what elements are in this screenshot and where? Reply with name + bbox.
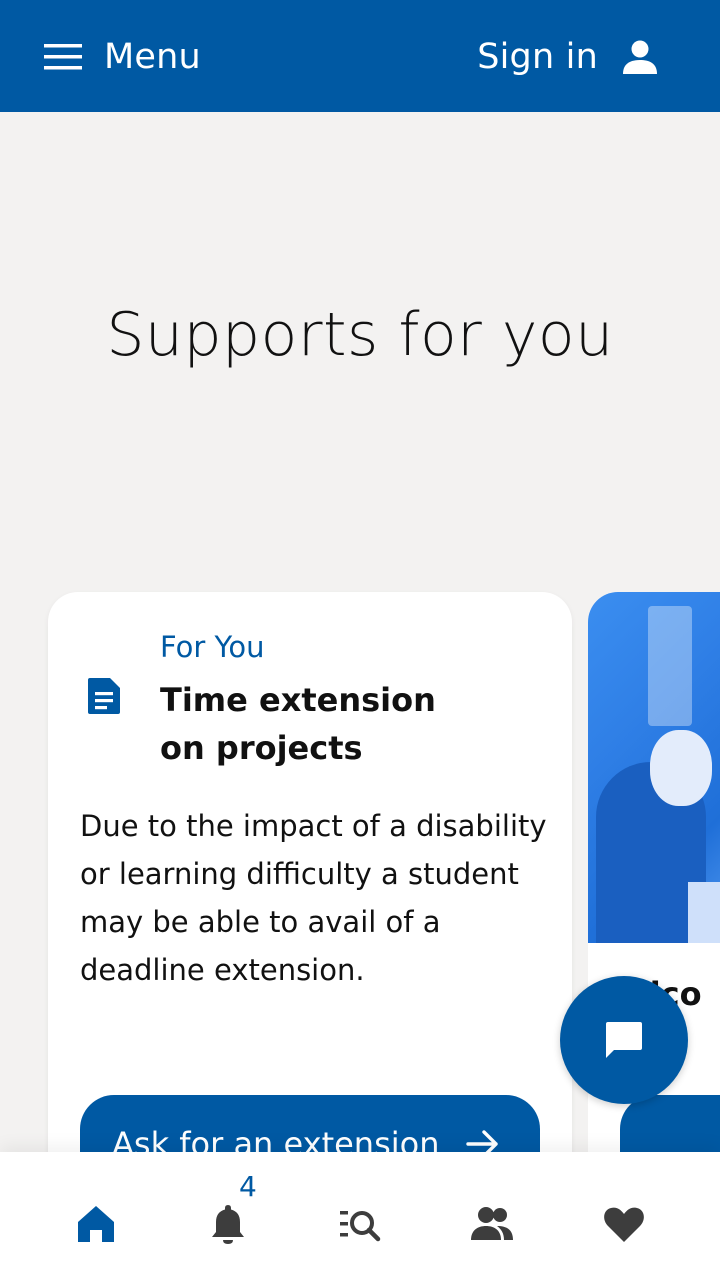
card-description: Due to the impact of a disability or lea… bbox=[80, 809, 547, 987]
home-icon bbox=[78, 1206, 114, 1242]
card-photo bbox=[588, 592, 720, 943]
nav-search[interactable] bbox=[328, 1192, 392, 1256]
sign-in-label: Sign in bbox=[477, 37, 598, 77]
page-title: Supports for you bbox=[106, 300, 614, 370]
user-icon bbox=[623, 40, 657, 74]
bottom-navigation bbox=[0, 1152, 720, 1280]
people-icon bbox=[471, 1207, 513, 1240]
menu-button[interactable]: Menu bbox=[44, 34, 201, 80]
nav-community[interactable] bbox=[460, 1192, 524, 1256]
notification-count-badge: 4 bbox=[239, 1170, 257, 1203]
nav-favourites[interactable] bbox=[592, 1192, 656, 1256]
search-list-icon bbox=[340, 1211, 381, 1242]
chat-button[interactable] bbox=[560, 976, 688, 1104]
card-category: For You bbox=[160, 630, 265, 664]
heart-icon bbox=[604, 1207, 644, 1242]
menu-label: Menu bbox=[104, 37, 201, 77]
bell-icon bbox=[212, 1205, 244, 1244]
card-title[interactable]: Time extension on projects bbox=[160, 676, 480, 772]
sign-in-button[interactable]: Sign in bbox=[477, 34, 658, 80]
document-icon bbox=[88, 678, 120, 714]
top-app-bar: Menu Sign in bbox=[0, 0, 720, 112]
chat-bubble-icon bbox=[606, 1022, 642, 1058]
hamburger-icon bbox=[44, 44, 82, 70]
nav-home[interactable] bbox=[64, 1192, 128, 1256]
